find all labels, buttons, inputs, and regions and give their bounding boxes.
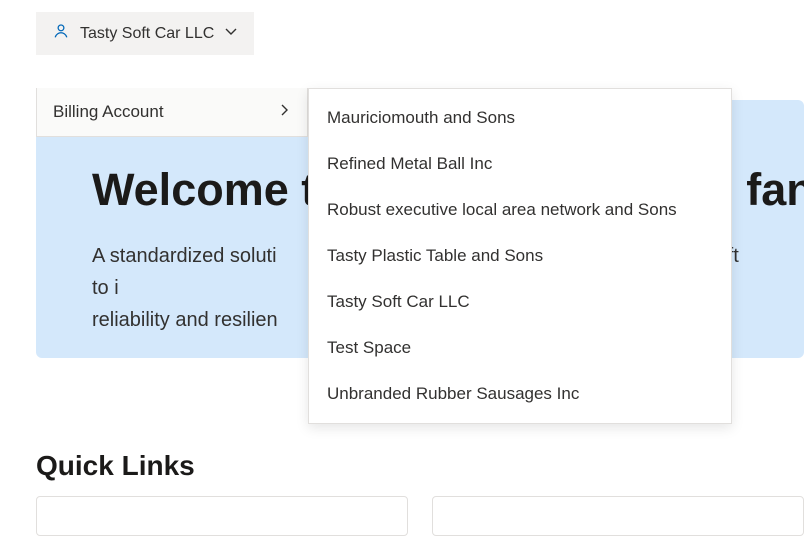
chevron-down-icon xyxy=(224,24,238,43)
hero-title-prefix: Welcome t xyxy=(92,164,316,215)
quick-links-cards-row xyxy=(36,496,804,536)
person-icon xyxy=(52,22,70,45)
billing-account-label: Billing Account xyxy=(53,102,164,122)
flyout-item[interactable]: Mauriciomouth and Sons xyxy=(309,95,731,141)
flyout-item[interactable]: Test Space xyxy=(309,325,731,371)
hero-title-suffix: fany xyxy=(746,164,804,215)
account-name-label: Tasty Soft Car LLC xyxy=(80,25,214,43)
account-dropdown: Billing Account xyxy=(36,88,308,137)
flyout-item[interactable]: Tasty Soft Car LLC xyxy=(309,279,731,325)
flyout-item[interactable]: Refined Metal Ball Inc xyxy=(309,141,731,187)
flyout-item[interactable]: Robust executive local area network and … xyxy=(309,187,731,233)
quick-links-heading: Quick Links xyxy=(36,450,195,482)
hero-body-line2: reliability and resilien xyxy=(92,309,278,331)
billing-account-flyout: Mauriciomouth and Sons Refined Metal Bal… xyxy=(308,88,732,424)
billing-account-menu-item[interactable]: Billing Account xyxy=(37,88,307,136)
quick-link-card[interactable] xyxy=(432,496,804,536)
hero-body-line1-prefix: A standardized soluti xyxy=(92,245,277,267)
flyout-item[interactable]: Tasty Plastic Table and Sons xyxy=(309,233,731,279)
quick-link-card[interactable] xyxy=(36,496,408,536)
flyout-item[interactable]: Unbranded Rubber Sausages Inc xyxy=(309,371,731,417)
account-selector-button[interactable]: Tasty Soft Car LLC xyxy=(36,12,254,55)
chevron-right-icon xyxy=(277,102,291,122)
